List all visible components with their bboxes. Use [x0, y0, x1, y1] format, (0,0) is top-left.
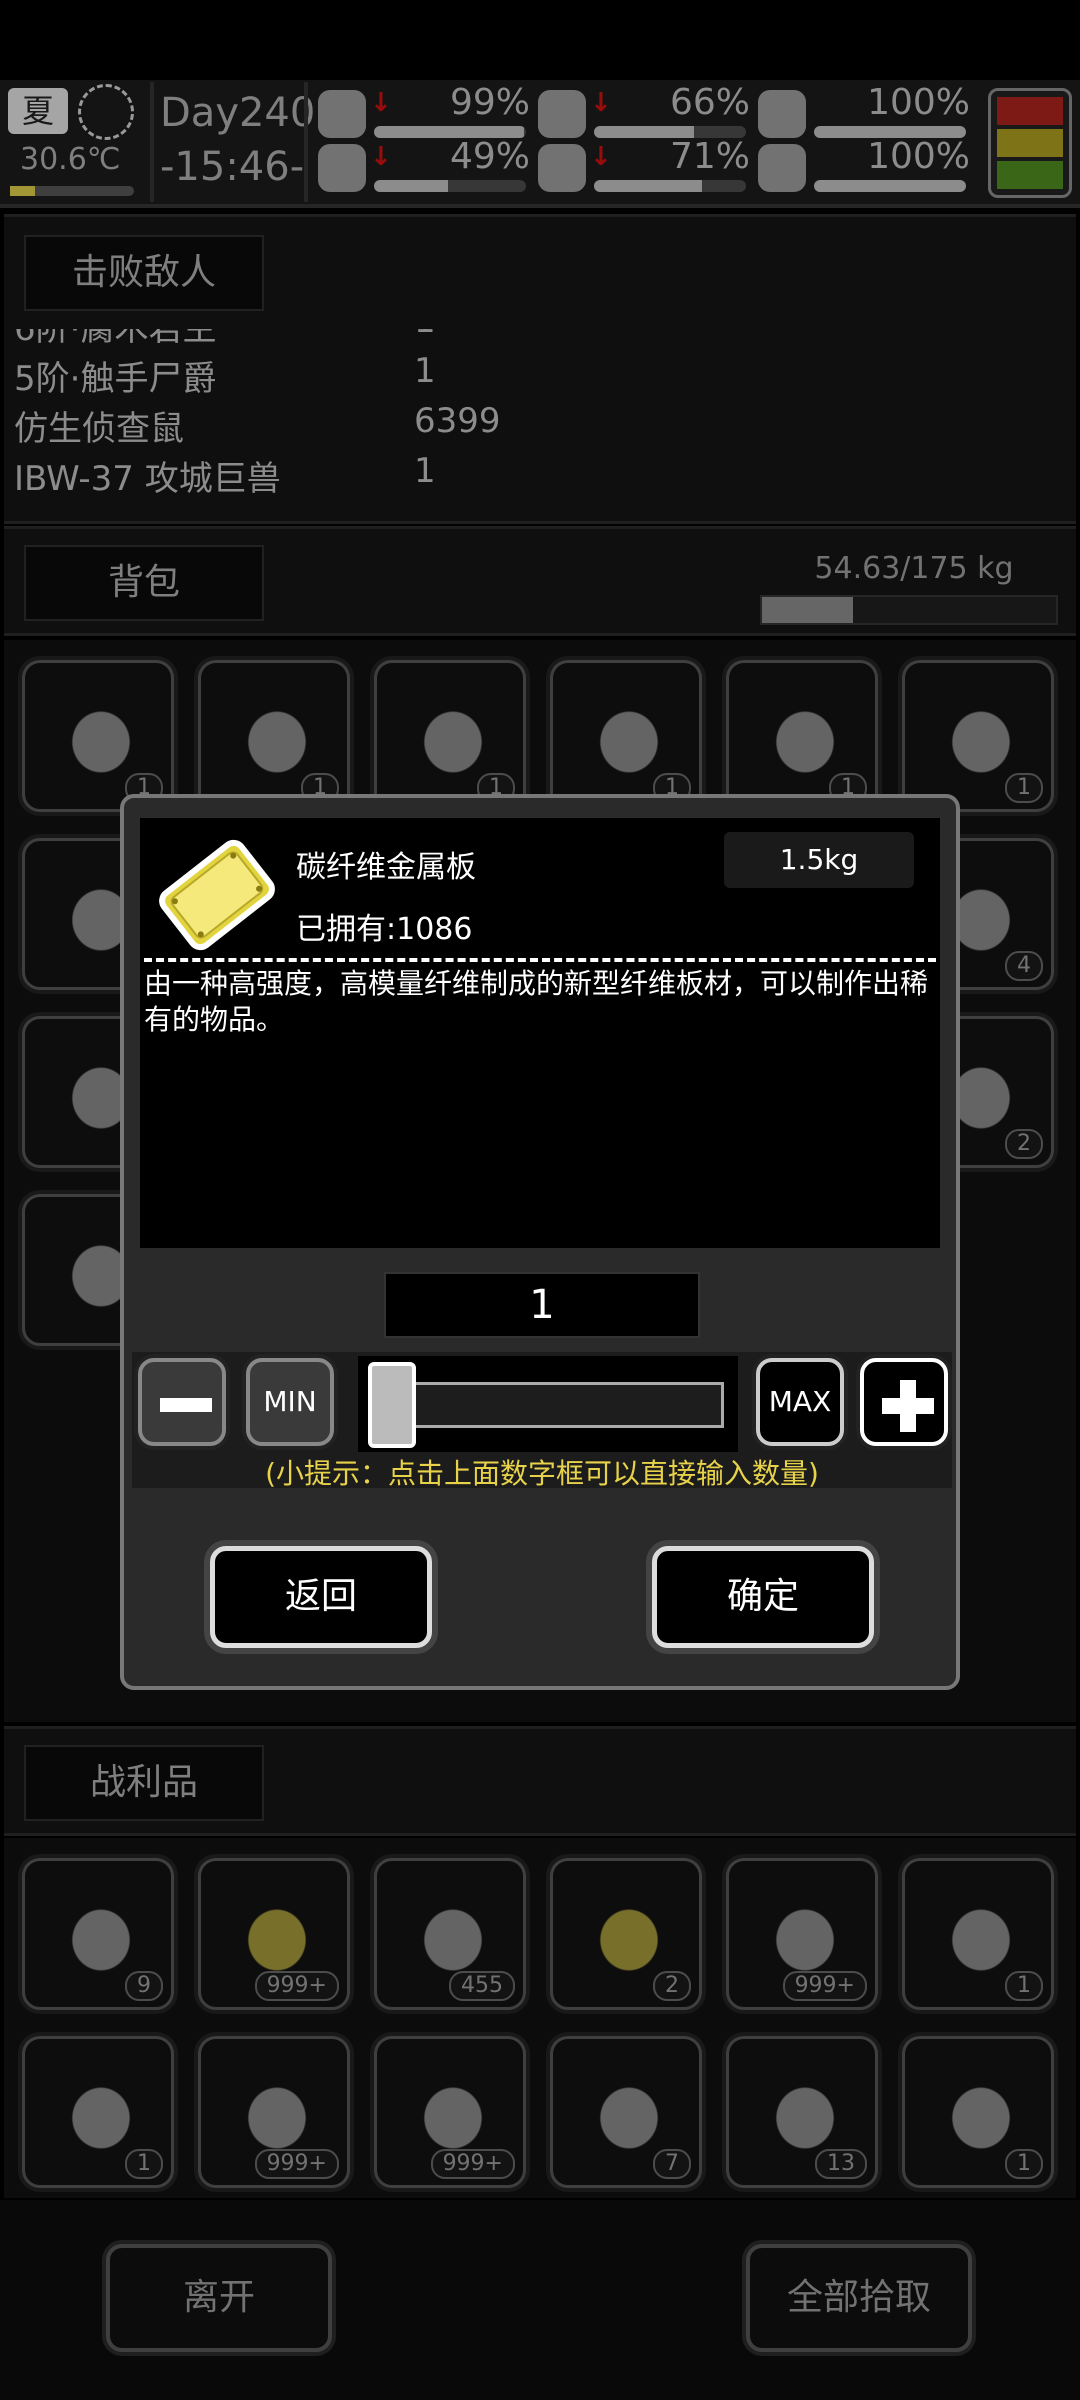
quantity-input[interactable]: 1	[384, 1272, 700, 1338]
min-button[interactable]: MIN	[246, 1358, 334, 1446]
back-button[interactable]: 返回	[210, 1546, 432, 1648]
item-weight: 1.5kg	[724, 832, 914, 888]
hint-text: (小提示：点击上面数字框可以直接输入数量)	[265, 1457, 819, 1490]
quantity-controls: MIN MAX (小提示：点击上面数字框可以直接输入数量)	[132, 1352, 952, 1490]
slider-thumb[interactable]	[368, 1362, 416, 1448]
item-owned: 已拥有:1086	[296, 912, 473, 947]
item-description: 由一种高强度，高模量纤维制成的新型纤维板材，可以制作出稀有的物品。	[144, 967, 929, 1036]
decrement-button[interactable]	[138, 1358, 226, 1446]
max-button[interactable]: MAX	[756, 1358, 844, 1446]
divider	[144, 958, 936, 962]
item-name: 碳纤维金属板	[296, 850, 476, 885]
item-info-box: 碳纤维金属板 1.5kg 已拥有:1086 由一种高强度，高模量纤维制成的新型纤…	[140, 818, 940, 1248]
increment-button[interactable]	[860, 1358, 948, 1446]
confirm-button[interactable]: 确定	[652, 1546, 874, 1648]
slider-track	[368, 1382, 724, 1428]
item-dialog: 碳纤维金属板 1.5kg 已拥有:1086 由一种高强度，高模量纤维制成的新型纤…	[120, 794, 960, 1690]
carbon-plate-icon	[159, 839, 275, 951]
quantity-slider[interactable]	[358, 1356, 738, 1452]
